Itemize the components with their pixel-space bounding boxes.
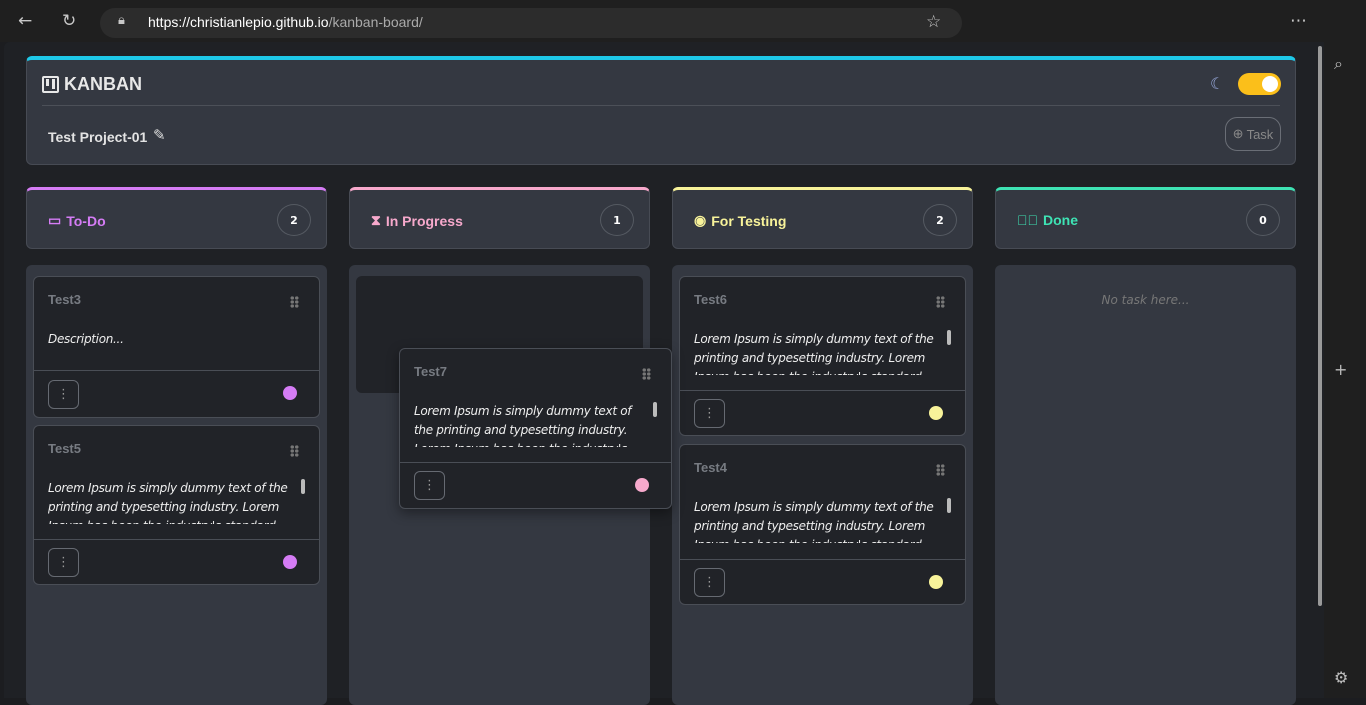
task-count: 2 [923,204,957,236]
moon-icon: ☾ [1210,74,1225,93]
task-card[interactable]: Test4 Lorem Ipsum is simply dummy text o… [679,444,966,605]
column-header-done: ✓⃝ Done 0 [995,187,1296,249]
check-circle-icon: ✓⃝ [1017,212,1038,228]
search-icon[interactable]: ⌕ [1334,54,1343,74]
drag-handle-icon[interactable] [936,296,945,308]
column-header-todo: ▭ To-Do 2 [26,187,327,249]
bug-icon: ◉ [694,212,707,228]
task-menu-button[interactable]: ⋮ [694,399,725,428]
column-todo: Test3 Description... ⋮ Test5 Lorem Ipsum… [26,265,327,705]
drag-handle-icon[interactable] [642,368,651,380]
column-title: In Progress [385,212,463,229]
task-count: 2 [277,204,311,236]
task-menu-button[interactable]: ⋮ [48,548,79,577]
task-count: 0 [1246,204,1280,236]
task-card[interactable]: Test3 Description... ⋮ [33,276,320,418]
status-dot [635,478,649,492]
column-header-for-testing: ◉ For Testing 2 [672,187,973,249]
task-count: 1 [600,204,634,236]
scrollbar[interactable] [1318,42,1324,698]
url-host: https://christianlepio.github.io [148,14,329,30]
column-title: To-Do [66,212,106,229]
task-title: Test6 [694,292,727,307]
description-scrollbar[interactable] [947,498,951,513]
status-dot [283,555,297,569]
edge-sidebar: ⌕ + ⚙ [1322,42,1366,698]
task-card[interactable]: Test5 Lorem Ipsum is simply dummy text o… [33,425,320,585]
task-description: Lorem Ipsum is simply dummy text of the … [48,481,288,524]
status-dot [929,575,943,589]
task-description: Lorem Ipsum is simply dummy text of the … [694,332,934,375]
list-icon: ▭ [48,212,62,228]
theme-toggle[interactable] [1238,73,1281,95]
column-title: Done [1043,212,1078,228]
lock-icon: 🔒︎ [118,13,125,28]
status-dot [283,386,297,400]
task-description: Lorem Ipsum is simply dummy text of the … [694,500,934,543]
app-logo: KANBAN [42,74,142,95]
settings-icon[interactable]: ⚙ [1334,668,1348,687]
project-name: Test Project-01 [48,129,148,145]
task-title: Test4 [694,460,727,475]
drag-handle-icon[interactable] [290,296,299,308]
more-icon[interactable]: ⋯ [1290,11,1307,31]
drag-handle-icon[interactable] [936,464,945,476]
column-for-testing: Test6 Lorem Ipsum is simply dummy text o… [672,265,973,705]
hourglass-icon: ⧗ [371,212,381,228]
add-task-label: Task [1246,126,1274,142]
address-bar[interactable]: 🔒︎ https://christianlepio.github.io/kanb… [100,8,962,38]
task-description: Lorem Ipsum is simply dummy text of the … [414,404,632,447]
back-icon[interactable]: ← [18,11,32,31]
divider [42,105,1280,106]
task-description: Description... [48,332,124,346]
app-title: KANBAN [64,74,142,94]
favorite-icon[interactable]: ☆ [926,12,941,32]
browser-toolbar: ← ↻ 🔒︎ https://christianlepio.github.io/… [0,0,1366,42]
column-done: No task here... [995,265,1296,705]
url-path: /kanban-board/ [328,14,423,30]
description-scrollbar[interactable] [653,402,657,417]
task-title: Test3 [48,292,81,307]
status-dot [929,406,943,420]
kanban-icon [42,76,59,93]
column-title: For Testing [711,212,787,229]
drag-handle-icon[interactable] [290,445,299,457]
column-header-in-progress: ⧗ In Progress 1 [349,187,650,249]
description-scrollbar[interactable] [301,479,305,494]
plus-circle-icon: ⊕ [1232,126,1244,141]
edit-project-icon[interactable]: ✎ [153,126,166,144]
description-scrollbar[interactable] [947,330,951,345]
task-menu-button[interactable]: ⋮ [414,471,445,500]
add-task-button[interactable]: ⊕ Task [1225,117,1281,151]
task-title: Test7 [414,364,447,379]
task-menu-button[interactable]: ⋮ [48,380,79,409]
board-header: KANBAN ☾ Test Project-01 ✎ ⊕ Task [26,56,1296,165]
add-icon[interactable]: + [1334,360,1347,379]
task-card[interactable]: Test6 Lorem Ipsum is simply dummy text o… [679,276,966,436]
task-menu-button[interactable]: ⋮ [694,568,725,597]
refresh-icon[interactable]: ↻ [62,11,76,31]
task-title: Test5 [48,441,81,456]
empty-message: No task here... [1101,293,1190,307]
task-card-dragging[interactable]: Test7 Lorem Ipsum is simply dummy text o… [399,348,672,509]
